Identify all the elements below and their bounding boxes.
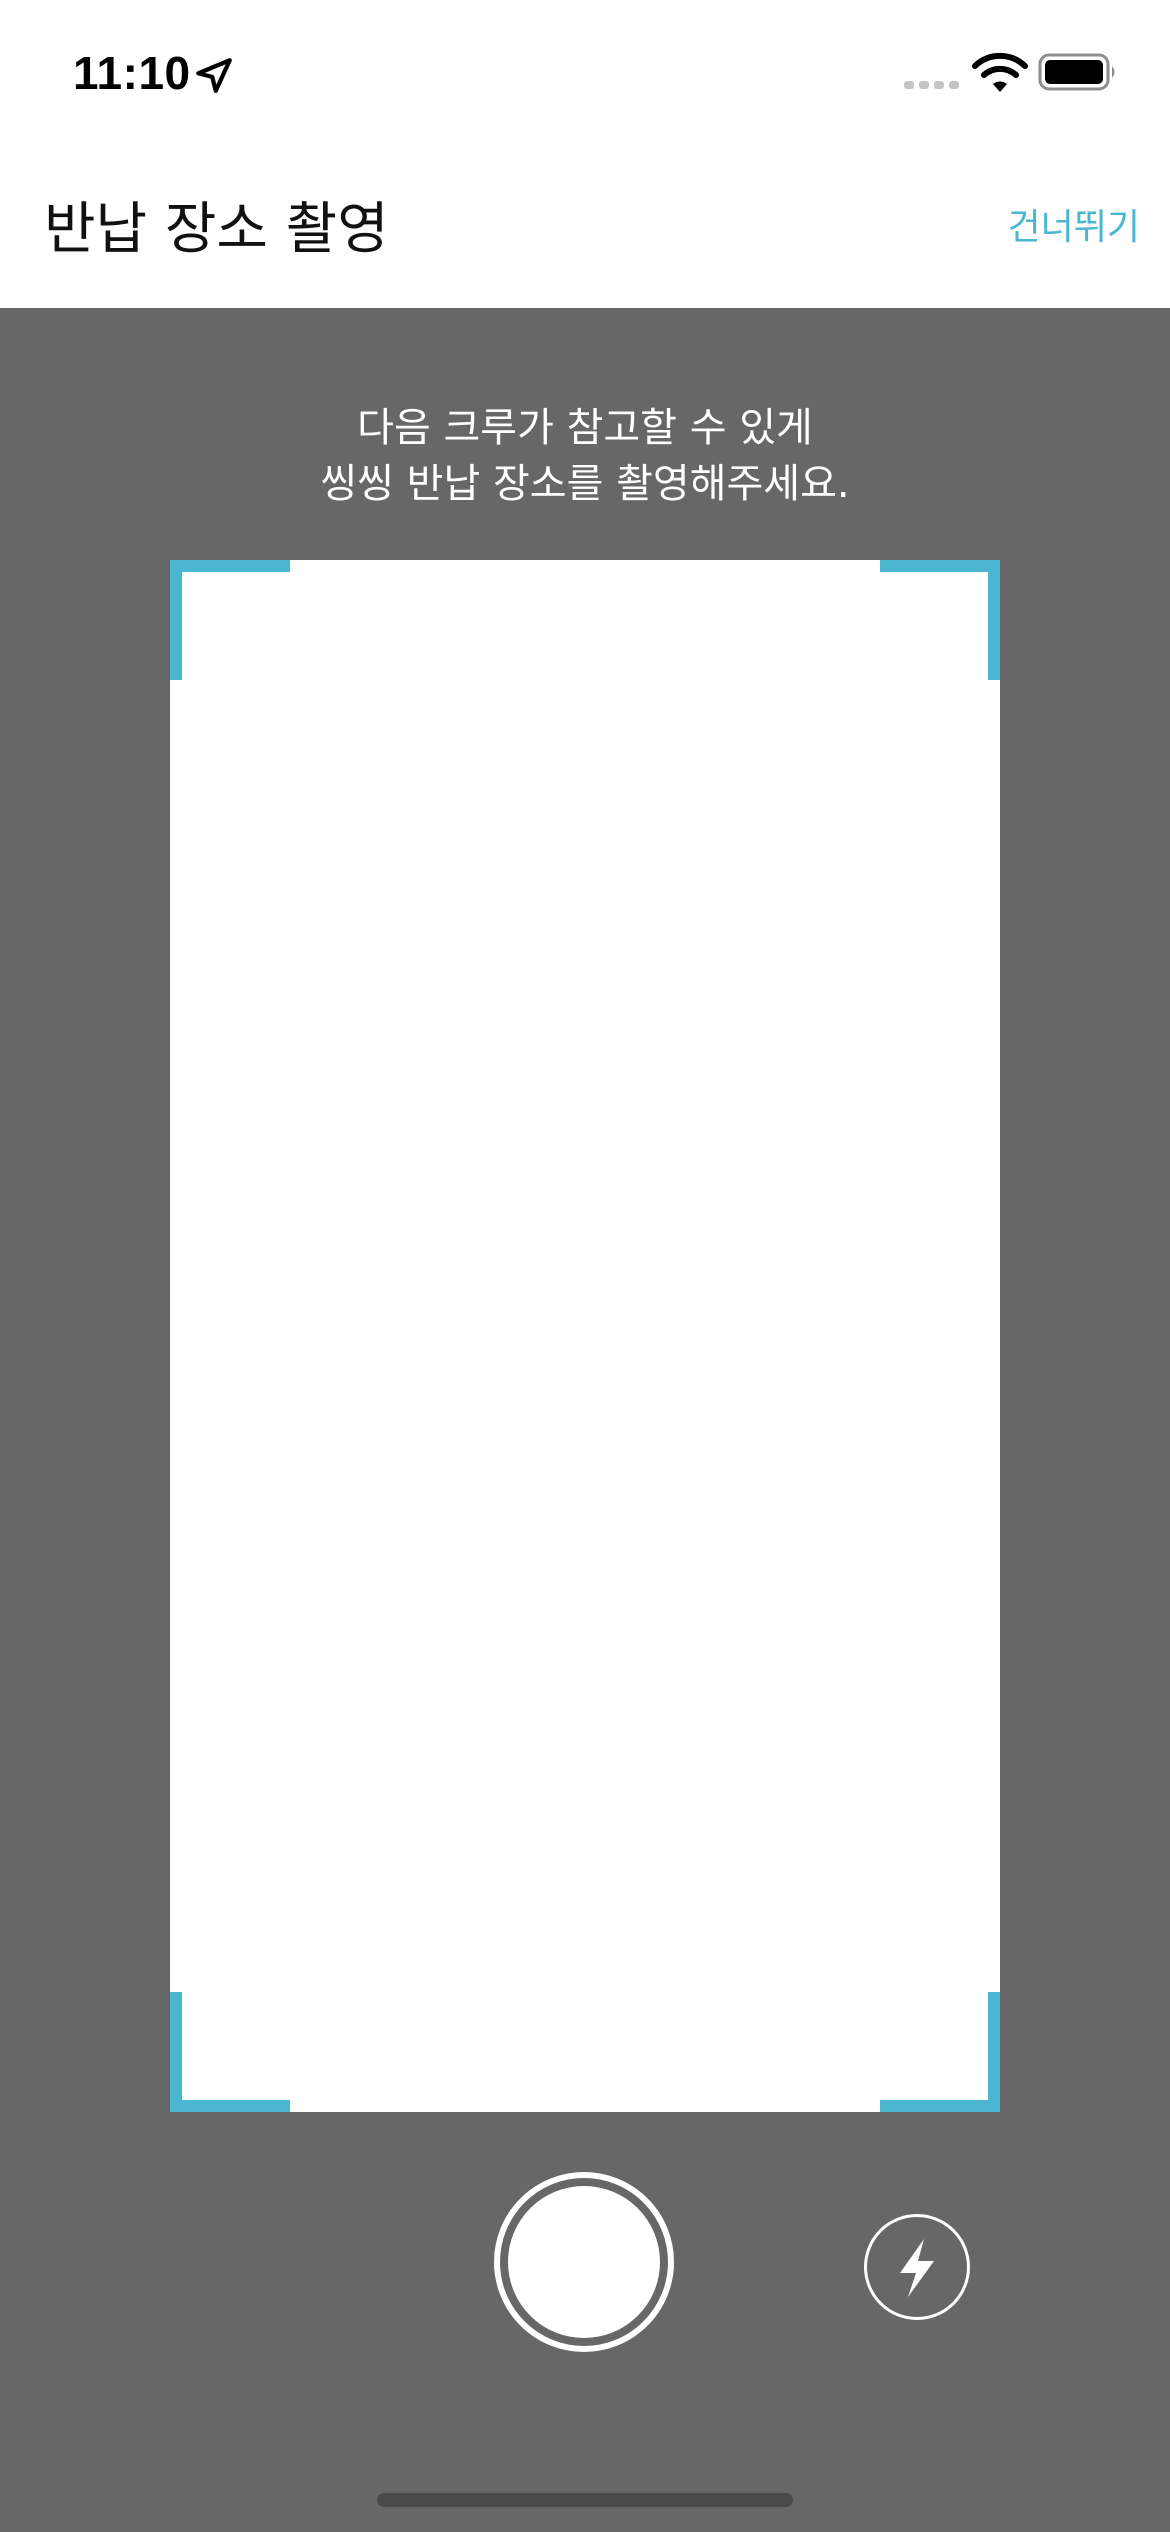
- instruction-line-2: 씽씽 반납 장소를 촬영해주세요.: [320, 461, 850, 507]
- battery-icon: [1038, 53, 1115, 91]
- location-arrow-icon: [196, 58, 232, 93]
- cellular-signal-icon: [904, 81, 959, 89]
- capture-instruction: 다음 크루가 참고할 수 있게 씽씽 반납 장소를 촬영해주세요.: [0, 400, 1170, 512]
- home-indicator: [377, 2493, 793, 2507]
- shutter-button[interactable]: [494, 2172, 674, 2352]
- viewfinder-corner-bottom-right: [880, 1992, 1000, 2112]
- page-title: 반납 장소 촬영: [44, 197, 389, 262]
- camera-preview-area: 다음 크루가 참고할 수 있게 씽씽 반납 장소를 촬영해주세요.: [0, 308, 1170, 2532]
- viewfinder-corner-bottom-left: [170, 1992, 290, 2112]
- camera-viewfinder: [170, 560, 1000, 2112]
- shutter-icon: [508, 2186, 660, 2338]
- viewfinder-corner-top-right: [880, 560, 1000, 680]
- viewfinder-corner-top-left: [170, 560, 290, 680]
- wifi-icon: [972, 52, 1028, 92]
- instruction-line-1: 다음 크루가 참고할 수 있게: [357, 405, 813, 451]
- flash-toggle-button[interactable]: [864, 2214, 970, 2320]
- status-time: 11:10: [73, 47, 191, 99]
- navigation-bar: 반납 장소 촬영 건너뛰기: [0, 150, 1170, 308]
- skip-button[interactable]: 건너뛰기: [1008, 198, 1140, 250]
- status-bar: 11:10: [0, 0, 1170, 150]
- flash-icon: [900, 2239, 934, 2297]
